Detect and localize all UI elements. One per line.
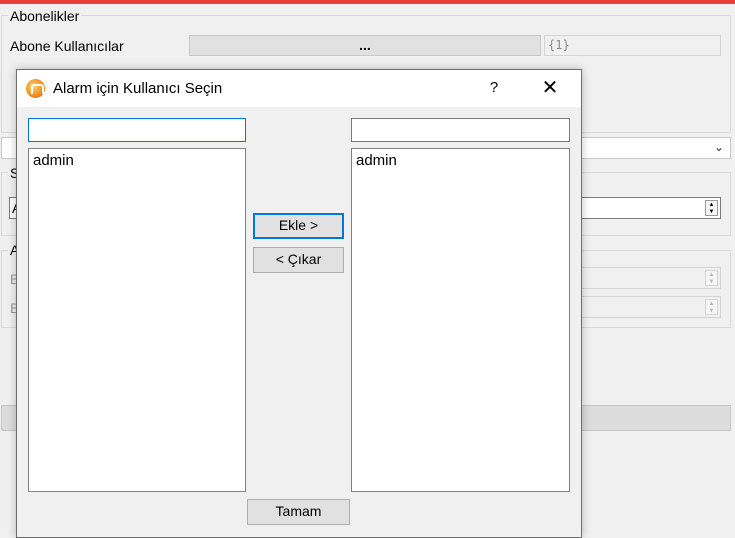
selected-users-list[interactable]: admin (351, 148, 570, 492)
add-button[interactable]: Ekle > (253, 213, 344, 239)
selected-user-item[interactable]: admin (352, 149, 569, 172)
available-users-filter-input[interactable] (29, 119, 245, 141)
subscriber-users-value: {1} (544, 35, 721, 56)
dialog-titlebar: Alarm için Kullanıcı Seçin ? ✕ (17, 70, 581, 107)
ok-button[interactable]: Tamam (247, 499, 350, 525)
available-users-list[interactable]: admin (28, 148, 246, 492)
help-button[interactable]: ? (481, 77, 507, 99)
select-user-dialog: Alarm için Kullanıcı Seçin ? ✕ admin adm… (16, 69, 582, 538)
app-logo-icon (26, 79, 45, 98)
selected-users-filter-input[interactable] (352, 119, 569, 141)
dialog-title: Alarm için Kullanıcı Seçin (53, 80, 223, 97)
background-spinbox-2: ▲ ▼ (580, 267, 721, 289)
subscriber-users-label: Abone Kullanıcılar (10, 38, 124, 54)
available-users-filter[interactable] (28, 118, 246, 142)
background-spinbox-3: ▲ ▼ (580, 296, 721, 318)
spin-arrows-icon: ▲ ▼ (705, 270, 718, 286)
spin-arrows-icon[interactable]: ▲ ▼ (705, 200, 718, 216)
selected-users-filter[interactable] (351, 118, 570, 142)
remove-button[interactable]: < Çıkar (253, 247, 344, 273)
top-accent-bar (0, 0, 735, 4)
subscriber-users-button[interactable]: ... (189, 35, 541, 56)
spin-arrows-icon: ▲ ▼ (705, 299, 718, 315)
available-user-item[interactable]: admin (29, 149, 245, 172)
close-button[interactable]: ✕ (535, 76, 565, 100)
chevron-down-icon: ⌄ (714, 140, 725, 154)
subscriptions-group-title: Abonelikler (8, 8, 82, 24)
